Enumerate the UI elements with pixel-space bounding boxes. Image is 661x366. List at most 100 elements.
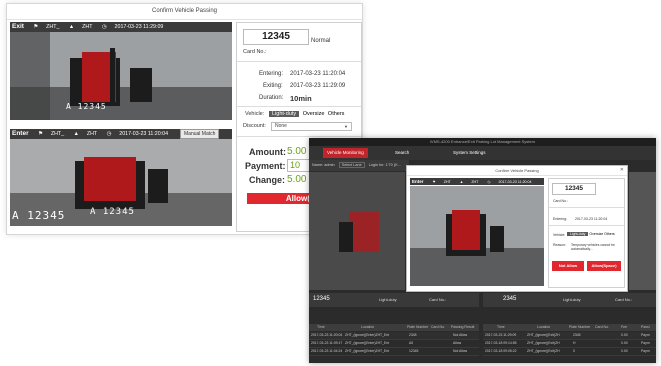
col-location: Location [537,325,551,329]
enter-label: Enter [12,130,29,137]
table-row[interactable]: 2017-03-23 11:09:17 ZHT_(ignore)(Enter)Z… [309,340,479,348]
cell: 2017-03-18 09:05:22 [485,349,517,353]
user-value: admin [324,163,335,167]
reason-label: Reason: [553,243,567,247]
cell: Not Allow [453,333,468,337]
left-camera-view [309,172,405,290]
change-label: Change: [249,175,285,185]
entering-label: Entering: [553,217,568,221]
overlay-b: ZHT [86,131,98,137]
cell: 0.00 [621,333,628,337]
cell: 2017-03-18 09:14:55 [485,341,517,345]
select-lane-button[interactable]: Select Lane [338,162,365,168]
col-time: Time [497,325,505,329]
cell: ZHT_(ignore)(Enter)ZHT_Ent [345,341,390,345]
right-table-header: Time Location Plate Number Card No. Fee … [483,324,656,331]
overlay-b: ZHT [82,24,93,30]
overlay-a: ZHT_ [46,24,60,30]
chevron-down-icon: ▼ [344,124,348,129]
vehicle-option-oversize[interactable]: Oversize [589,232,603,236]
not-allow-button[interactable]: Not Allow [552,261,584,271]
login-for-label: Login for: [368,163,385,167]
clock-icon: ◷ [106,131,112,137]
enter-plate-overlay: A 12345 [12,209,66,222]
vehicle-label: Vehicle: [553,233,566,237]
cell: ZHT_(ignore)(Exit)ZH [527,349,560,353]
allow-space-button[interactable]: Allow(Space) [587,261,621,271]
discount-select[interactable]: None ▼ [271,122,352,131]
manual-match-button[interactable]: Manual Match [180,129,220,139]
vehicle-option-light-duty[interactable]: Light-duty [567,232,589,236]
flag-icon: ⚑ [38,131,43,137]
close-icon[interactable]: ✕ [620,167,624,173]
left-lane-plate: 12345 [313,296,330,302]
clock-icon: ◷ [101,24,107,30]
main-nav: Vehicle Monitoring Search System Setting… [309,146,656,160]
vehicle-option-oversize[interactable]: Oversize [303,111,325,117]
cell: Paym [641,349,650,353]
cell: 0 [573,349,575,353]
amount-value: 5.00 [287,146,307,157]
card-no-label: Card No.: [553,199,568,203]
col-result: Passing Result [451,325,475,329]
tab-vehicle-monitoring[interactable]: Vehicle Monitoring [323,148,368,158]
plate-number-box: 12345 [243,29,309,45]
enter-camera-image: A 12345 A 12345 [10,139,232,226]
vehicle-option-light-duty[interactable]: Light-duty [269,111,300,117]
vehicle-option-others[interactable]: Others [604,232,615,236]
enter-plate-overlay-2: A 12345 [90,207,135,217]
cell: 0.00 [621,341,628,345]
exiting-label: Exiting: [263,83,283,89]
cell: Paym [641,333,650,337]
table-row[interactable]: 2017-03-23 11:29:09 ZHT_(ignore)(Exit)ZH… [483,332,656,340]
left-lane-type: Light-duty [379,297,397,302]
vehicle-option-others[interactable]: Others [328,111,345,117]
dialog-title: Confirm Vehicle Passing [407,166,627,176]
col-location: Location [361,325,375,329]
overlay-b: ZHT [471,180,479,184]
confirm-vehicle-passing-dialog-small: Confirm Vehicle Passing ✕ Enter ⚑ ZHT ▲ ZH… [406,165,628,292]
left-lane-card: Card No.: [429,297,447,302]
flag-icon: ⚑ [33,24,39,30]
overlay-a: ZHT_ [50,131,65,137]
cell: 2017-03-23 11:29:09 [485,333,517,337]
table-row[interactable]: 2017-03-18 09:14:55 ZHT_(ignore)(Exit)ZH… [483,340,656,348]
cell: A0 [409,341,414,345]
vehicle-type-selector: Light-duty Oversize Others [567,232,615,237]
col-plate: Plate Number [407,325,429,329]
flag-icon: ⚑ [432,180,436,184]
right-lane-type: Light-duty [563,297,581,302]
reason-value: Temporary vehicles cannot be automatical… [571,243,615,251]
tab-system-settings[interactable]: System Settings [449,148,490,158]
cell: Paym [641,341,650,345]
plate-number-box: 12345 [552,183,596,195]
right-lane-plate: 2345 [503,296,517,302]
exit-camera-bar: Exit ⚑ ZHT_ ▲ ZHT ◷ 2017-03-23 11:29:09 [10,22,232,32]
tab-search[interactable]: Search [391,148,413,158]
col-card: Card No. [595,325,610,329]
table-row[interactable]: 2017-03-23 11:04:24 ZHT_(ignore)(Enter)Z… [309,348,479,356]
exit-datetime: 2017-03-23 11:29:09 [114,24,164,30]
car-icon: ▲ [73,131,79,137]
table-row[interactable]: 2017-03-23 11:20:04 ZHT_(ignore)(Enter)Z… [309,332,479,340]
overlay-a: ZHT [443,180,451,184]
cell: 2017-03-23 11:04:24 [311,349,343,353]
cell: ZHT_(ignore)(Enter)ZHT_Ent [345,349,390,353]
cell: Allow [453,341,462,345]
cell: Not Allow [453,349,468,353]
table-row[interactable]: 2017-03-18 09:05:22 ZHT_(ignore)(Exit)ZH… [483,348,656,356]
vehicle-label: Vehicle: [245,111,265,117]
car-icon: ▲ [459,180,464,184]
enter-datetime: 2017-03-23 11:20:04 [498,180,532,184]
lane-toolbar: Name: admin Select Lane Login for: 1'70 … [309,160,409,171]
enter-datetime: 2017-03-23 11:20:04 [119,131,169,137]
cell: 0.00 [621,349,628,353]
left-lane-bar: 12345 Light-duty Card No.: [309,293,479,307]
cell: ZHT_(ignore)(Exit)ZH [527,333,560,337]
user-label: Name: [312,163,324,167]
enter-label: Enter [412,179,424,184]
vehicle-info-panel-small: 12345 Card No.: Entering: 2017-03-23 11:… [548,178,625,288]
entering-label: Entering: [259,71,284,77]
col-card: Card No. [431,325,446,329]
vehicle-type-selector: Light-duty Oversize Others [269,111,344,118]
